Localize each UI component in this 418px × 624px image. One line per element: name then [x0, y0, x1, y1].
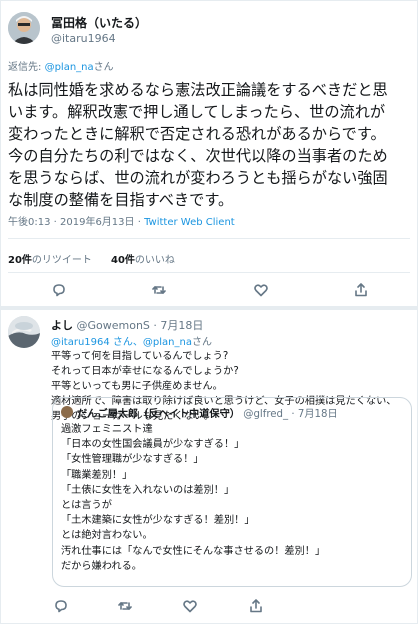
reply-date-separator: ·: [149, 319, 161, 332]
quoted-date: 7月18日: [297, 409, 338, 420]
reply-to-mid: さん、: [109, 337, 143, 348]
retweet-stat[interactable]: 20件のリツイート: [8, 255, 92, 266]
author-handle[interactable]: @itaru1964: [51, 32, 116, 45]
tweet-meta: 午後0:13 · 2019年6月13日 · Twitter Web Client: [8, 213, 235, 228]
like-count: 40件: [111, 255, 135, 266]
tweet-timestamp[interactable]: 午後0:13 · 2019年6月13日: [8, 217, 135, 228]
reply-icon[interactable]: [51, 596, 71, 616]
reply-to-suffix: さん: [191, 337, 212, 348]
quoted-text-line: 「土俵に女性を入れないのは差別！」: [61, 484, 235, 496]
reply-text-line: 平等って何を目指しているんでしょう?: [51, 351, 229, 362]
quoted-author-row: だんご屋太郎（反ヘイト中道保守） @glfred_ · 7月18日: [77, 405, 338, 420]
quoted-text-line: 過激フェミニスト達: [61, 424, 153, 435]
divider: [8, 272, 410, 273]
reply-to-link[interactable]: @plan_na: [45, 62, 94, 73]
quoted-author-avatar: [61, 406, 73, 418]
quoted-text-line: 「女性管理職が少なすぎる！」: [61, 454, 204, 466]
quoted-date-separator: ·: [288, 409, 298, 420]
meta-separator: ·: [134, 217, 145, 228]
quoted-text-line: 「職業差別！」: [61, 469, 133, 481]
like-icon[interactable]: [251, 280, 271, 300]
reply-to-link-1[interactable]: @itaru1964: [51, 337, 110, 348]
quoted-author-handle: @glfred_: [243, 409, 289, 420]
tweet-stats: 20件のリツイート 40件のいいね: [8, 251, 175, 266]
reply-text-line: 平等といっても男に子供産めません。: [51, 381, 223, 392]
tweet-text-line: を思うならば、世の流れが変わろうとも揺らがない強固: [8, 169, 388, 187]
share-icon[interactable]: [351, 280, 371, 300]
quoted-text-line: とは絶対言わない。: [61, 530, 153, 542]
like-stat[interactable]: 40件のいいね: [111, 255, 175, 266]
share-icon[interactable]: [246, 596, 266, 616]
tweet-client[interactable]: Twitter Web Client: [144, 217, 235, 228]
quoted-text-line: 「日本の女性国会議員が少なすぎる！」: [61, 439, 245, 451]
quoted-tweet-text: 過激フェミニスト達 「日本の女性国会議員が少なすぎる！」 「女性管理職が少なすぎ…: [61, 422, 325, 574]
reply-author-avatar[interactable]: [8, 316, 40, 348]
quoted-author-display-name: だんご屋太郎（反ヘイト中道保守）: [77, 409, 240, 420]
tweet-text-line: 変わったときに解釈で否定される恐れがあるからです。: [8, 125, 386, 143]
tweet-text: 私は同性婚を求めるなら憲法改正論議をするべきだと思 います。解釈改憲で押し通して…: [8, 79, 410, 211]
tweet-text-line: な制度の整備を目指すべきです。: [8, 191, 234, 209]
like-icon[interactable]: [180, 596, 200, 616]
reply-prefix: 返信先:: [8, 62, 42, 73]
tweet-text-line: 今の自分たちの利ではなく、次世代以降の当事者のため: [8, 147, 388, 165]
quoted-text-line: 「土木建築に女性が少なすぎる！差別！」: [61, 515, 255, 527]
reply-actions: [0, 596, 418, 616]
reply-author-handle[interactable]: @GowemonS: [77, 319, 150, 332]
tweet-text-line: います。解釈改憲で押し通してしまったら、世の流れが: [8, 103, 386, 121]
reply-date[interactable]: 7月18日: [160, 319, 203, 332]
retweet-icon[interactable]: [149, 280, 169, 300]
quoted-tweet[interactable]: だんご屋太郎（反ヘイト中道保守） @glfred_ · 7月18日 過激フェミニ…: [52, 397, 412, 587]
reply-author-display-name[interactable]: よし: [51, 319, 73, 332]
quoted-text-line: 汚れ仕事には「なんで女性にそんな事させるの！差別！」: [61, 545, 326, 557]
reply-to-link-2[interactable]: @plan_na: [143, 337, 192, 348]
reply-suffix: さん: [93, 62, 114, 73]
retweet-label: のリツイート: [31, 255, 92, 266]
retweet-icon[interactable]: [115, 596, 135, 616]
author-avatar[interactable]: [8, 12, 40, 44]
section-gap: [0, 306, 418, 310]
tweet-actions: [0, 280, 418, 300]
author-display-name[interactable]: 冨田格（いたる）: [51, 14, 147, 31]
divider: [8, 238, 410, 239]
quoted-text-line: とは言うが: [61, 500, 112, 512]
reply-author-row: よし @GowemonS · 7月18日: [51, 317, 203, 333]
reply-to-line: 返信先: @plan_naさん: [8, 58, 114, 73]
quoted-text-line: だから嫌われる。: [61, 560, 142, 572]
like-label: のいいね: [134, 255, 175, 266]
tweet-text-line: 私は同性婚を求めるなら憲法改正論議をするべきだと思: [8, 81, 388, 99]
retweet-count: 20件: [8, 255, 32, 266]
reply-icon[interactable]: [49, 280, 69, 300]
reply-reply-to-line: @itaru1964 さん、@plan_naさん: [51, 333, 212, 348]
reply-text-line: それって日本が幸せになるんでしょうか?: [51, 366, 239, 377]
